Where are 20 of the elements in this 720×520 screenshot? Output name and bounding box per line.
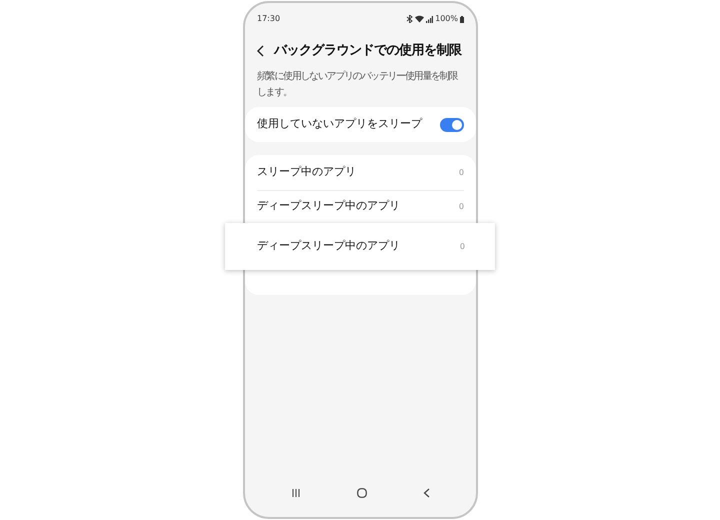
- item-count: 0: [460, 240, 465, 252]
- battery-icon: [460, 16, 464, 22]
- back-icon[interactable]: [423, 488, 430, 498]
- description: 頻繁に使用しないアプリのバッテリー使用量を制限します。: [257, 70, 459, 100]
- signal-icon: [426, 16, 434, 22]
- list-item[interactable]: ディープスリープ中のアプリ 0: [257, 191, 464, 222]
- home-icon[interactable]: [357, 488, 367, 498]
- page-title: バックグラウンドでの使用を制限: [274, 42, 462, 60]
- item-count: 0: [458, 166, 464, 178]
- recent-apps-icon[interactable]: [291, 488, 301, 498]
- battery-percent: 100%: [435, 13, 458, 25]
- toggle-label: 使用していないアプリをスリープ: [257, 116, 422, 132]
- list-item[interactable]: スリープ中のアプリ 0: [257, 155, 464, 191]
- status-time: 17:30: [257, 13, 280, 25]
- toggle-switch[interactable]: [440, 118, 464, 132]
- bluetooth-icon: [406, 15, 414, 23]
- item-count: 0: [458, 200, 464, 212]
- back-icon[interactable]: [257, 45, 264, 57]
- highlighted-list-item[interactable]: ディープスリープ中のアプリ 0: [225, 223, 495, 270]
- wifi-icon: [415, 15, 424, 23]
